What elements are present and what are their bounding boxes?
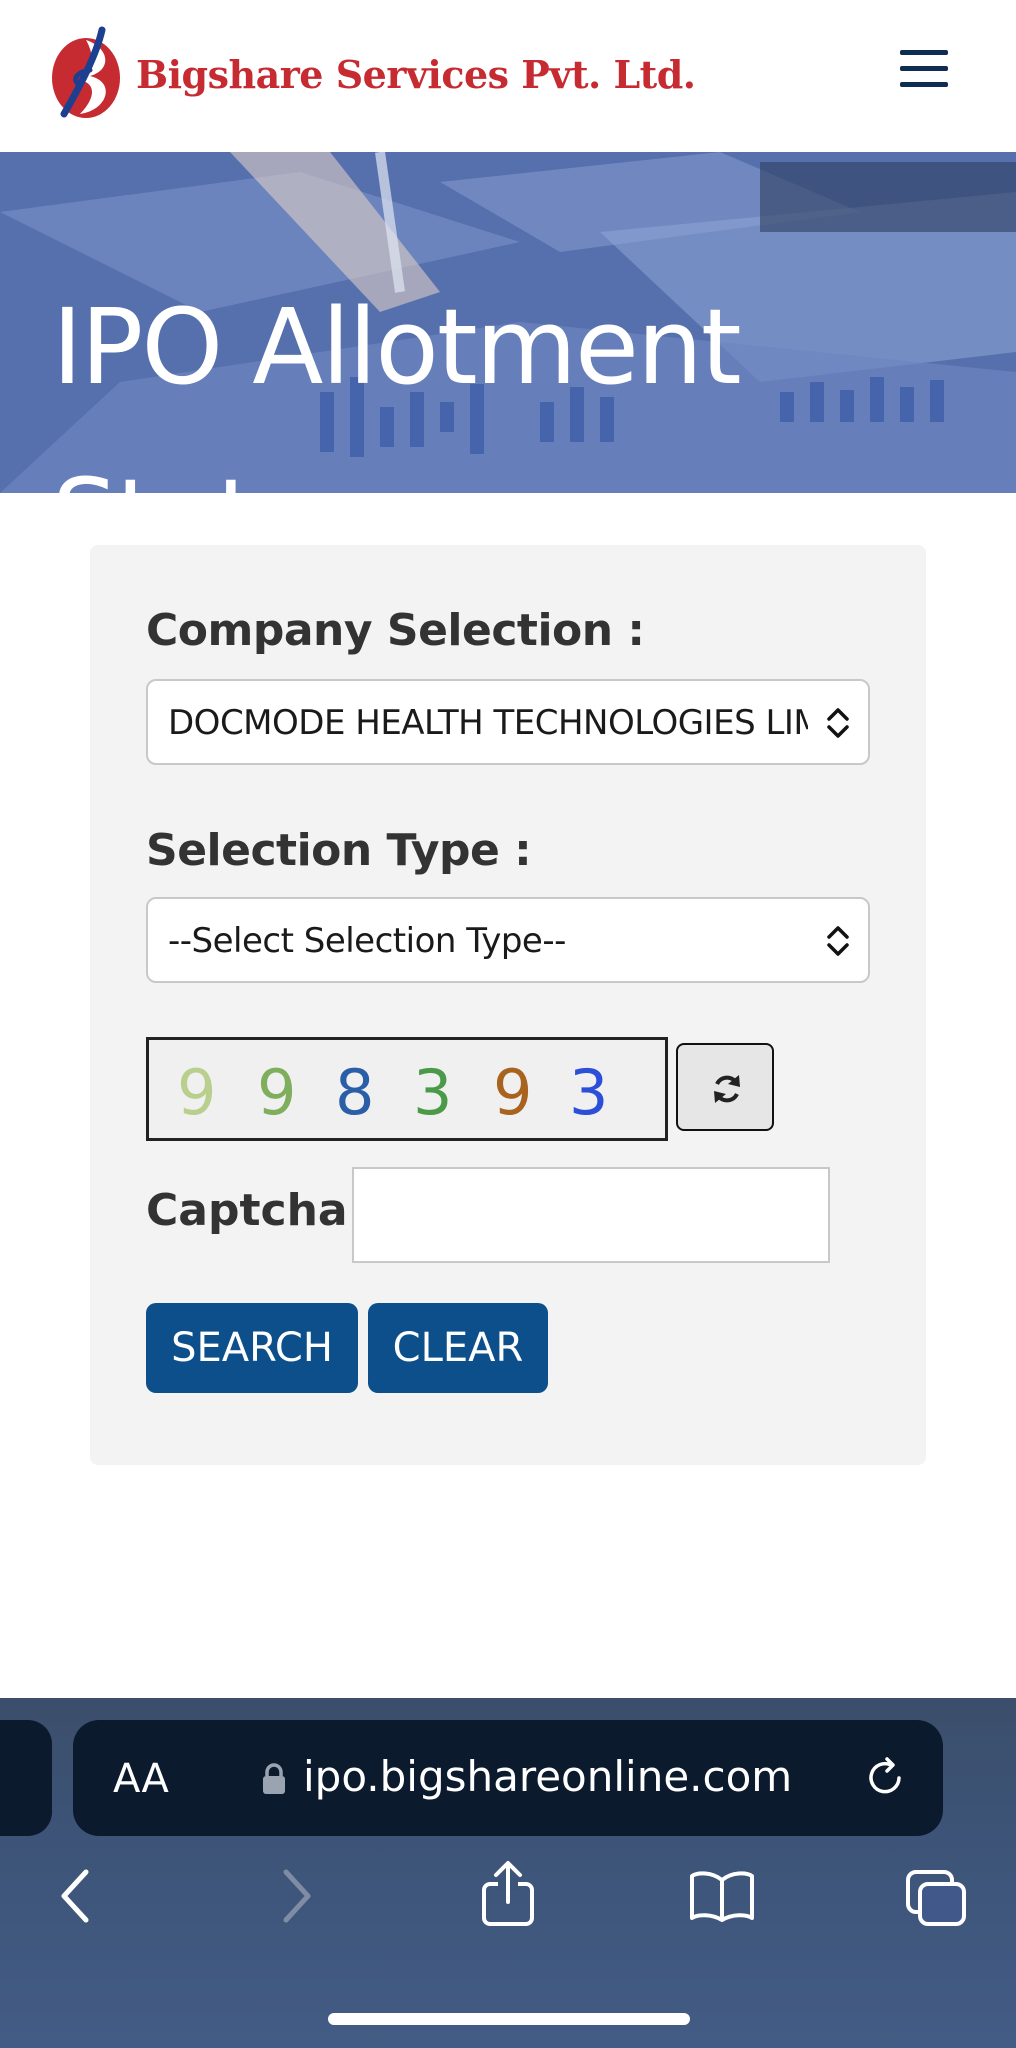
- previous-tab-preview[interactable]: [0, 1720, 52, 1836]
- tabs-icon[interactable]: [904, 1868, 968, 1928]
- captcha-digit: 3: [413, 1056, 453, 1129]
- captcha-label: Captcha :: [146, 1185, 381, 1236]
- hero-banner: IPO Allotment Status: [0, 152, 1016, 493]
- selection-type-label: Selection Type :: [146, 825, 532, 876]
- selection-type-value: --Select Selection Type--: [168, 921, 566, 961]
- address-bar[interactable]: AA ipo.bigshareonline.com: [73, 1720, 943, 1836]
- forward-icon[interactable]: [276, 1868, 316, 1924]
- hamburger-menu-icon[interactable]: [900, 50, 948, 92]
- refresh-icon: [714, 1075, 740, 1103]
- captcha-digit: 3: [569, 1056, 609, 1129]
- share-icon[interactable]: [480, 1860, 536, 1928]
- brand-logo[interactable]: Bigshare Services Pvt. Ltd.: [50, 26, 696, 122]
- site-header: Bigshare Services Pvt. Ltd.: [0, 0, 1016, 152]
- captcha-digit: 9: [257, 1056, 297, 1129]
- company-select[interactable]: DOCMODE HEALTH TECHNOLOGIES LIMITED: [146, 679, 870, 765]
- captcha-input[interactable]: [352, 1167, 830, 1263]
- company-selection-label: Company Selection :: [146, 605, 645, 656]
- refresh-captcha-button[interactable]: [676, 1043, 774, 1131]
- clear-button[interactable]: CLEAR: [368, 1303, 548, 1393]
- captcha-digit: 8: [335, 1056, 375, 1129]
- page-title: IPO Allotment Status: [52, 286, 742, 493]
- text-size-label: AA: [113, 1756, 169, 1802]
- captcha-digit: 9: [493, 1056, 533, 1129]
- allotment-form-card: Company Selection : DOCMODE HEALTH TECHN…: [90, 545, 926, 1465]
- captcha-image: 9 9 8 3 9 3: [146, 1037, 668, 1141]
- select-chevron-icon: [827, 708, 849, 738]
- home-indicator: [328, 2013, 690, 2025]
- company-select-value: DOCMODE HEALTH TECHNOLOGIES LIMITED: [168, 703, 808, 743]
- page: Bigshare Services Pvt. Ltd. IPO Allotmen…: [0, 0, 1016, 2048]
- lock-icon: [263, 1763, 285, 1794]
- bigshare-logo-icon: [52, 26, 120, 118]
- select-chevron-icon: [827, 926, 849, 956]
- reload-icon[interactable]: [863, 1756, 907, 1800]
- bookmarks-icon[interactable]: [688, 1870, 756, 1922]
- back-icon[interactable]: [56, 1868, 96, 1924]
- text-size-button[interactable]: AA: [113, 1756, 169, 1802]
- search-button[interactable]: SEARCH: [146, 1303, 358, 1393]
- url-text: ipo.bigshareonline.com: [303, 1752, 793, 1801]
- selection-type-select[interactable]: --Select Selection Type--: [146, 897, 870, 983]
- browser-chrome: AA ipo.bigshareonline.com: [0, 1698, 1016, 2048]
- captcha-digit: 9: [177, 1056, 217, 1129]
- brand-name: Bigshare Services Pvt. Ltd.: [136, 51, 696, 97]
